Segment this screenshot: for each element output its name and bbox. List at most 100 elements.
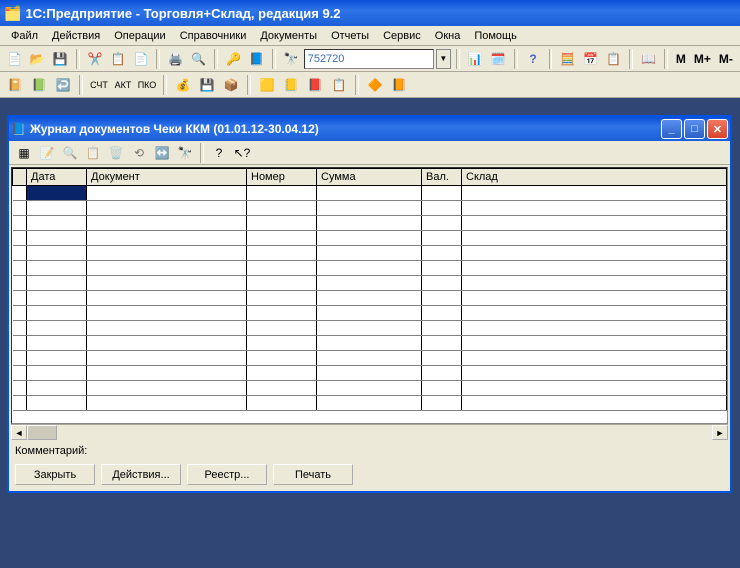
t2-13-icon[interactable]: 📋	[328, 74, 350, 96]
t2-10-icon[interactable]: 🟨	[256, 74, 278, 96]
ct-whatsthis-icon[interactable]: ↖?	[231, 142, 253, 164]
child-toolbar: ▦ 📝 🔍 📋 🗑️ ⟲ ↔️ 🔭 ? ↖?	[9, 141, 730, 165]
ct-edit-icon[interactable]: 📝	[36, 142, 58, 164]
menu-references[interactable]: Справочники	[173, 28, 254, 44]
grid-area: Дата Документ Номер Сумма Вал. Склад ◄	[9, 165, 730, 442]
table-row[interactable]	[13, 216, 727, 231]
grid-hscroll[interactable]: ◄ ►	[11, 424, 728, 440]
main-menubar: Файл Действия Операции Справочники Докум…	[0, 26, 740, 46]
mdi-workspace: 📘 Журнал документов Чеки ККМ (01.01.12-3…	[0, 98, 740, 568]
col-number[interactable]: Номер	[247, 169, 317, 186]
doc-icon[interactable]: 📘	[246, 48, 267, 70]
ct-find-icon[interactable]: 🔭	[174, 142, 196, 164]
toolbar-1: 📄 📂 💾 ✂️ 📋 📄 🖨️ 🔍 🔑 📘 🔭 ▼ 📊 🗓️ ? 🧮 📅 📋 📖…	[0, 46, 740, 72]
paste-icon[interactable]: 📄	[131, 48, 152, 70]
table-row[interactable]	[13, 396, 727, 411]
tool-b-icon[interactable]: 🗓️	[488, 48, 509, 70]
table-row[interactable]	[13, 261, 727, 276]
copy-icon[interactable]: 📋	[108, 48, 129, 70]
help-icon[interactable]: ?	[523, 48, 544, 70]
menu-service[interactable]: Сервис	[376, 28, 428, 44]
t2-3-icon[interactable]: ↩️	[52, 74, 74, 96]
table-row[interactable]	[13, 366, 727, 381]
t2-9-icon[interactable]: 📦	[220, 74, 242, 96]
t2-11-icon[interactable]: 📒	[280, 74, 302, 96]
app-titlebar: 🗂️ 1С:Предприятие - Торговля+Склад, реда…	[0, 0, 740, 26]
ct-interval-icon[interactable]: ↔️	[151, 142, 173, 164]
t2-1-icon[interactable]: 📔	[4, 74, 26, 96]
col-document[interactable]: Документ	[87, 169, 247, 186]
t2-5-icon[interactable]: АКТ	[112, 74, 134, 96]
table-row[interactable]	[13, 381, 727, 396]
table-row[interactable]	[13, 231, 727, 246]
t2-15-icon[interactable]: 📙	[388, 74, 410, 96]
scroll-left-icon[interactable]: ◄	[11, 425, 27, 440]
col-mark[interactable]	[13, 169, 27, 186]
menu-documents[interactable]: Документы	[253, 28, 324, 44]
search-dropdown[interactable]: ▼	[436, 49, 451, 69]
print-icon[interactable]: 🖨️	[165, 48, 186, 70]
ct-new-icon[interactable]: ▦	[13, 142, 35, 164]
col-date[interactable]: Дата	[27, 169, 87, 186]
child-window-icon: 📘	[11, 122, 26, 136]
ct-copy-icon[interactable]: 📋	[82, 142, 104, 164]
col-currency[interactable]: Вал.	[422, 169, 462, 186]
new-icon[interactable]: 📄	[4, 48, 25, 70]
search-input[interactable]	[304, 49, 434, 69]
registry-btn[interactable]: Реестр...	[187, 464, 267, 485]
print-btn[interactable]: Печать	[273, 464, 353, 485]
close-btn[interactable]: Закрыть	[15, 464, 95, 485]
menu-help[interactable]: Помощь	[467, 28, 524, 44]
journal-grid[interactable]: Дата Документ Номер Сумма Вал. Склад	[11, 167, 728, 424]
mem-mplus[interactable]: M+	[691, 52, 714, 66]
menu-reports[interactable]: Отчеты	[324, 28, 376, 44]
t2-8-icon[interactable]: 💾	[196, 74, 218, 96]
table-row[interactable]	[13, 321, 727, 336]
menu-actions[interactable]: Действия	[45, 28, 107, 44]
minimize-button[interactable]: _	[661, 119, 682, 139]
t2-2-icon[interactable]: 📗	[28, 74, 50, 96]
clock-icon[interactable]: 📋	[603, 48, 624, 70]
cut-icon[interactable]: ✂️	[85, 48, 106, 70]
journal-window: 📘 Журнал документов Чеки ККМ (01.01.12-3…	[7, 115, 732, 493]
t2-7-icon[interactable]: 💰	[172, 74, 194, 96]
close-button[interactable]: ✕	[707, 119, 728, 139]
table-row[interactable]	[13, 186, 727, 201]
save-icon[interactable]: 💾	[50, 48, 71, 70]
menu-operations[interactable]: Операции	[107, 28, 172, 44]
open-icon[interactable]: 📂	[27, 48, 48, 70]
scroll-right-icon[interactable]: ►	[712, 425, 728, 440]
table-row[interactable]	[13, 291, 727, 306]
binoculars-icon[interactable]: 🔭	[281, 48, 302, 70]
preview-icon[interactable]: 🔍	[188, 48, 209, 70]
table-row[interactable]	[13, 351, 727, 366]
table-row[interactable]	[13, 336, 727, 351]
menu-windows[interactable]: Окна	[428, 28, 468, 44]
table-row[interactable]	[13, 246, 727, 261]
book-icon[interactable]: 📖	[638, 48, 659, 70]
lock-icon[interactable]: 🔑	[223, 48, 244, 70]
ct-del-icon[interactable]: 🗑️	[105, 142, 127, 164]
mem-mminus[interactable]: M-	[716, 52, 736, 66]
col-sum[interactable]: Сумма	[317, 169, 422, 186]
calc-icon[interactable]: 🧮	[557, 48, 578, 70]
menu-file[interactable]: Файл	[4, 28, 45, 44]
mem-m[interactable]: M	[673, 52, 689, 66]
ct-help-icon[interactable]: ?	[208, 142, 230, 164]
calendar-icon[interactable]: 📅	[580, 48, 601, 70]
actions-btn[interactable]: Действия...	[101, 464, 181, 485]
grid-header-row: Дата Документ Номер Сумма Вал. Склад	[13, 169, 727, 186]
table-row[interactable]	[13, 276, 727, 291]
t2-4-icon[interactable]: СЧТ	[88, 74, 110, 96]
t2-14-icon[interactable]: 🔶	[364, 74, 386, 96]
t2-6-icon[interactable]: ПКО	[136, 74, 158, 96]
table-row[interactable]	[13, 306, 727, 321]
scroll-thumb[interactable]	[27, 425, 57, 440]
table-row[interactable]	[13, 201, 727, 216]
t2-12-icon[interactable]: 📕	[304, 74, 326, 96]
tool-a-icon[interactable]: 📊	[465, 48, 486, 70]
maximize-button[interactable]: □	[684, 119, 705, 139]
ct-view-icon[interactable]: 🔍	[59, 142, 81, 164]
col-warehouse[interactable]: Склад	[462, 169, 727, 186]
ct-a-icon[interactable]: ⟲	[128, 142, 150, 164]
